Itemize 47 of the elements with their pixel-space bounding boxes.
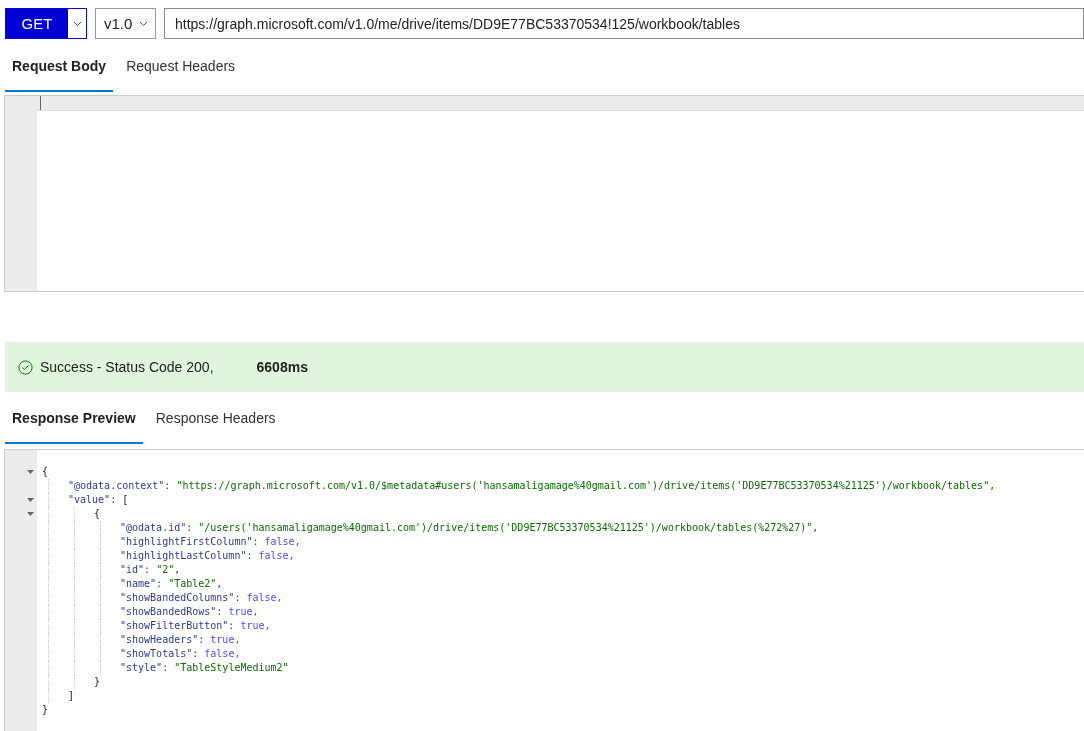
json-value: true, xyxy=(240,620,271,631)
caret-icon xyxy=(139,20,148,27)
json-key: "showBandedRows": xyxy=(120,606,223,617)
json-value: true, xyxy=(210,634,241,645)
json-value: "TableStyleMedium2" xyxy=(174,662,289,673)
status-message: Success - Status Code 200, xyxy=(40,359,214,375)
json-bracket: { xyxy=(94,508,101,519)
json-key: "highlightLastColumn": xyxy=(120,550,253,561)
json-value: false, xyxy=(204,648,241,659)
status-duration: 6608ms xyxy=(256,359,308,375)
method-label: GET xyxy=(6,9,68,38)
json-key: "showTotals": xyxy=(120,648,199,659)
json-bracket: } xyxy=(42,704,49,715)
json-key: "@odata.context": xyxy=(68,480,171,491)
json-bracket: ] xyxy=(68,690,75,701)
fold-arrow-icon[interactable] xyxy=(27,498,34,502)
caret-icon xyxy=(72,20,82,27)
json-bracket: { xyxy=(42,466,49,477)
json-key: "name": xyxy=(120,578,163,589)
json-key: "highlightFirstColumn": xyxy=(120,536,259,547)
json-value: "https://graph.microsoft.com/v1.0/$metadata#users('hansamaligamage%40gmail.com')/drive/items('DD9E77BC53370534%21125')/workbook/tables", xyxy=(176,480,996,491)
json-bracket: [ xyxy=(122,494,129,505)
request-tab[interactable]: Request Body xyxy=(5,58,114,92)
json-key: "style": xyxy=(120,662,169,673)
json-key: "id": xyxy=(120,564,151,575)
request-tab[interactable]: Request Headers xyxy=(119,58,243,92)
json-key: "showBandedColumns": xyxy=(120,592,241,603)
json-key: "@odata.id": xyxy=(120,522,193,533)
fold-arrow-icon[interactable] xyxy=(27,470,34,474)
json-key: "value": xyxy=(68,494,117,505)
method-dropdown[interactable]: GET xyxy=(5,8,87,39)
json-bracket: } xyxy=(94,676,101,687)
json-value: false, xyxy=(264,536,301,547)
check-circle-icon xyxy=(18,359,33,375)
json-value: "Table2", xyxy=(168,578,223,589)
json-value: "2", xyxy=(156,564,181,575)
response-tab[interactable]: Response Preview xyxy=(5,410,143,444)
json-key: "showHeaders": xyxy=(120,634,205,645)
json-value: false, xyxy=(258,550,295,561)
version-dropdown[interactable]: v1.0 xyxy=(95,8,156,39)
fold-arrow-icon[interactable] xyxy=(27,512,34,516)
url-field[interactable]: https://graph.microsoft.com/v1.0/me/drive/items/DD9E77BC53370534!125/workbook/tables xyxy=(164,8,1084,39)
json-value: "/users('hansamaligamage%40gmail.com')/drive/items('DD9E77BC53370534%21125')/workbook/tables(%272%27)", xyxy=(198,522,819,533)
response-tab[interactable]: Response Headers xyxy=(148,410,283,444)
json-key: "showFilterButton": xyxy=(120,620,235,631)
json-value: false, xyxy=(246,592,283,603)
json-value: true, xyxy=(228,606,259,617)
